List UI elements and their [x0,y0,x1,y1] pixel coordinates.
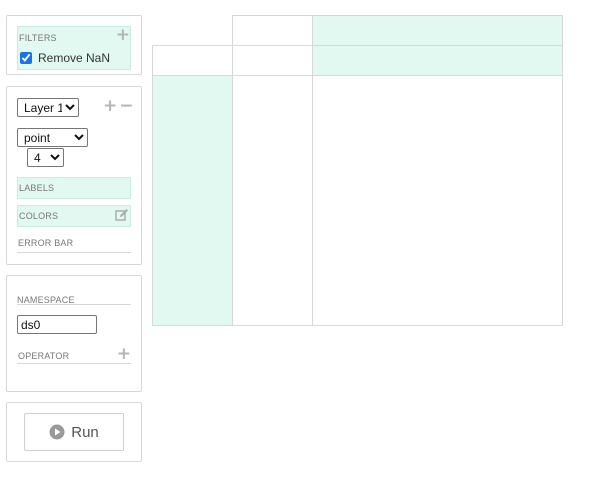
add-filter-plus-icon[interactable]: + [116,27,130,44]
mark-type-select[interactable]: point [17,128,88,147]
grid-top-spacer [232,15,313,46]
remove-layer-minus-icon[interactable]: − [119,98,133,115]
column-shelf-1[interactable] [312,15,563,46]
row-shelf[interactable] [152,75,233,326]
size-select[interactable]: 4 [27,148,64,167]
run-label: Run [71,423,99,441]
remove-nan-label: Remove NaN [38,51,111,65]
error-bar-title: ERROR BAR [18,238,74,248]
play-circle-icon [49,424,65,440]
operator-title: OPERATOR [18,351,70,361]
labels-section[interactable]: LABELS [17,177,131,199]
colors-section[interactable]: COLORS [17,205,131,227]
layer-add-remove: + − [103,98,134,115]
filters-title: FILTERS [19,33,57,43]
column-shelf-2[interactable] [312,45,563,76]
plot-area[interactable] [312,75,563,326]
add-layer-plus-icon[interactable]: + [103,98,117,115]
remove-nan-filter[interactable]: Remove NaN [19,51,110,65]
colors-title: COLORS [19,211,59,221]
error-bar-section[interactable]: ERROR BAR [17,237,131,253]
run-panel: Run [6,402,142,462]
edit-colors-icon[interactable] [115,208,129,227]
remove-nan-checkbox[interactable] [20,52,32,64]
add-operator-plus-icon[interactable]: + [117,346,131,363]
operator-section: OPERATOR + [17,346,131,364]
run-button[interactable]: Run [24,413,124,451]
grid-header-cell [232,45,313,76]
layer-select[interactable]: Layer 1 [17,98,79,117]
namespace-panel: NAMESPACE OPERATOR + [6,275,142,392]
grid-corner-cell [152,45,233,76]
row-header-cell [232,75,313,326]
namespace-header: NAMESPACE [17,290,131,305]
filters-panel: FILTERS + Remove NaN [6,15,142,75]
namespace-input[interactable] [17,315,97,334]
filters-box: FILTERS + Remove NaN [17,26,131,70]
namespace-title: NAMESPACE [17,295,75,305]
layer-panel: Layer 1 + − point 4 LABELS COLORS ERROR … [6,86,142,265]
labels-title: LABELS [19,183,55,193]
